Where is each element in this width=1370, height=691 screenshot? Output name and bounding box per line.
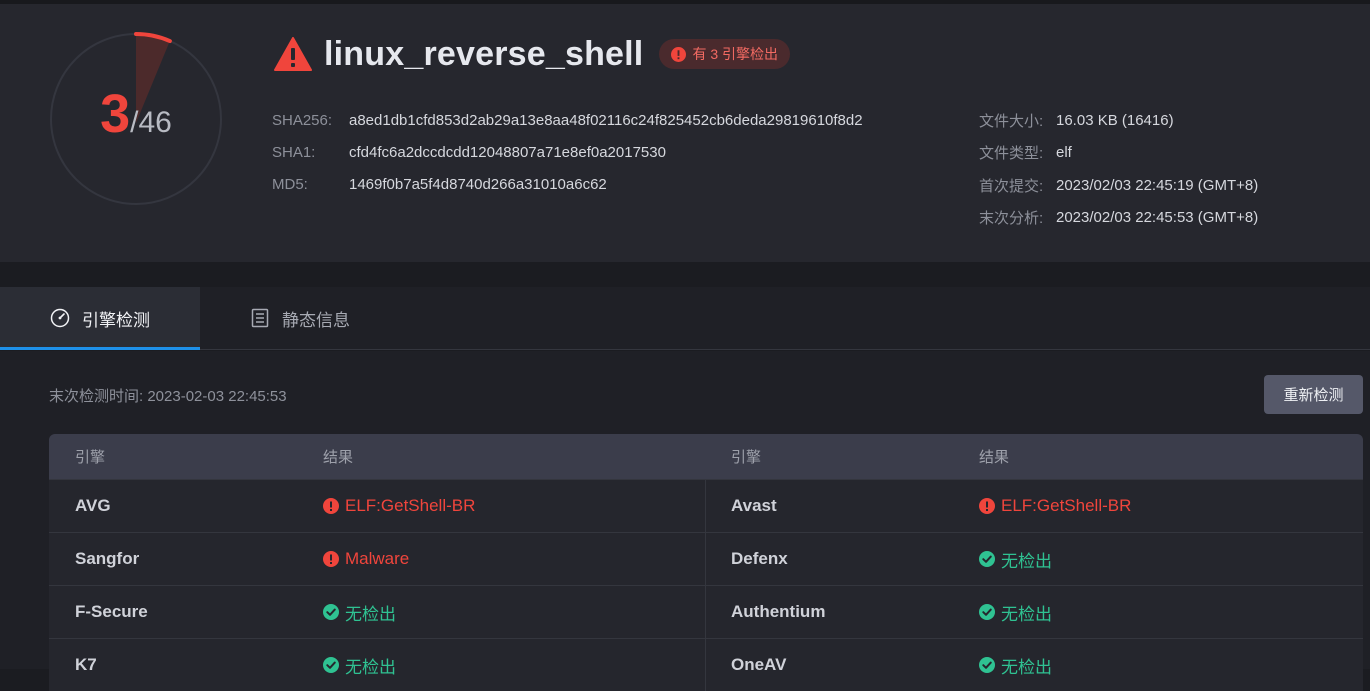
table-header: 引擎 结果 引擎 结果	[49, 434, 1363, 479]
sha1-row: SHA1: cfd4fc6a2dccdcdd12048807a71e8ef0a2…	[272, 136, 863, 168]
result-text: 无检出	[345, 657, 396, 677]
md5-row: MD5: 1469f0b7a5f4d8740d266a31010a6c62	[272, 168, 863, 200]
alert-circle-icon	[323, 498, 339, 514]
warning-triangle-icon	[274, 37, 312, 71]
sha1-value: cfd4fc6a2dccdcdd12048807a71e8ef0a2017530	[349, 143, 666, 161]
result-detected: ELF:GetShell-BR	[979, 480, 1131, 532]
engine-name: K7	[75, 655, 97, 674]
table-row: AVG ELF:GetShell-BR Avast ELF:GetShell-B…	[49, 479, 1363, 532]
first-submit-row: 首次提交: 2023/02/03 22:45:19 (GMT+8)	[979, 169, 1258, 202]
last-analysis-row: 末次分析: 2023/02/03 22:45:53 (GMT+8)	[979, 202, 1258, 235]
header-result: 结果	[323, 449, 354, 466]
file-size-value: 16.03 KB (16416)	[1056, 111, 1174, 129]
report-tabs: 引擎检测 静态信息	[0, 287, 1370, 350]
alert-circle-icon	[323, 551, 339, 567]
result-clean: 无检出	[979, 533, 1052, 585]
detected-count: 3	[100, 84, 131, 144]
gauge-icon	[50, 308, 70, 328]
document-icon	[251, 308, 269, 328]
check-circle-icon	[979, 657, 995, 673]
check-circle-icon	[323, 657, 339, 673]
engine-name: F-Secure	[75, 602, 148, 621]
sha1-label: SHA1:	[272, 143, 316, 161]
result-clean: 无检出	[979, 639, 1052, 691]
result-detected: Malware	[323, 533, 409, 585]
last-analysis-label: 末次分析:	[979, 210, 1044, 228]
result-text: Malware	[345, 549, 410, 568]
file-summary-panel: 3/46 linux_reverse_shell 有 3 引擎检出 SHA256…	[0, 4, 1370, 262]
engine-name: Authentium	[731, 602, 826, 621]
engine-name: Sangfor	[75, 549, 140, 568]
table-row: K7 无检出 OneAV 无检出	[49, 638, 1363, 691]
file-size-row: 文件大小: 16.03 KB (16416)	[979, 104, 1258, 137]
file-type-label: 文件类型:	[979, 145, 1044, 163]
tab-engine-detection-label: 引擎检测	[82, 310, 150, 330]
check-circle-icon	[979, 604, 995, 620]
alert-circle-icon	[671, 46, 687, 62]
result-text: ELF:GetShell-BR	[1001, 496, 1132, 515]
result-clean: 无检出	[323, 586, 396, 638]
result-text: 无检出	[345, 604, 396, 624]
file-type-row: 文件类型: elf	[979, 137, 1258, 170]
check-circle-icon	[979, 551, 995, 567]
rescan-button[interactable]: 重新检测	[1264, 375, 1363, 414]
file-size-label: 文件大小:	[979, 112, 1044, 130]
engine-name: Defenx	[731, 549, 788, 568]
header-result-2: 结果	[979, 449, 1010, 466]
first-submit-label: 首次提交:	[979, 177, 1044, 195]
header-engine-2: 引擎	[731, 449, 762, 466]
result-detected: ELF:GetShell-BR	[323, 480, 475, 532]
md5-label: MD5:	[272, 175, 308, 193]
engine-name: Avast	[731, 496, 777, 515]
total-engines: /46	[130, 106, 172, 139]
engine-detection-panel: 末次检测时间: 2023-02-03 22:45:53 重新检测 引擎 结果 引…	[0, 351, 1370, 691]
last-analysis-value: 2023/02/03 22:45:53 (GMT+8)	[1056, 209, 1259, 227]
tab-engine-detection[interactable]: 引擎检测	[0, 287, 200, 350]
result-text: ELF:GetShell-BR	[345, 496, 476, 515]
file-name-title: linux_reverse_shell	[324, 34, 644, 73]
result-text: 无检出	[1001, 604, 1052, 624]
sha256-row: SHA256: a8ed1db1cfd853d2ab29a13e8aa48f02…	[272, 104, 863, 136]
table-row: F-Secure 无检出 Authentium 无检出	[49, 585, 1363, 638]
detection-badge-label: 有 3 引擎检出	[692, 46, 779, 62]
table-row: Sangfor Malware Defenx 无检出	[49, 532, 1363, 585]
sha256-value: a8ed1db1cfd853d2ab29a13e8aa48f02116c24f8…	[349, 111, 863, 129]
first-submit-value: 2023/02/03 22:45:19 (GMT+8)	[1056, 176, 1259, 194]
title-row: linux_reverse_shell 有 3 引擎检出	[274, 32, 791, 76]
last-check-time: 末次检测时间: 2023-02-03 22:45:53	[49, 388, 287, 405]
gauge-score: 3/46	[48, 83, 224, 145]
detection-gauge: 3/46	[48, 31, 224, 207]
tab-static-info-label: 静态信息	[282, 310, 350, 330]
sha256-label: SHA256:	[272, 111, 333, 129]
alert-circle-icon	[979, 498, 995, 514]
result-text: 无检出	[1001, 551, 1052, 571]
engine-name: OneAV	[731, 655, 787, 674]
file-type-value: elf	[1056, 144, 1072, 162]
result-text: 无检出	[1001, 657, 1052, 677]
file-meta-list: 文件大小: 16.03 KB (16416) 文件类型: elf 首次提交: 2…	[979, 104, 1258, 234]
tab-static-info[interactable]: 静态信息	[200, 287, 400, 349]
hash-list: SHA256: a8ed1db1cfd853d2ab29a13e8aa48f02…	[272, 104, 863, 200]
result-clean: 无检出	[979, 586, 1052, 638]
engine-name: AVG	[75, 496, 111, 515]
detection-badge: 有 3 引擎检出	[659, 39, 791, 69]
check-circle-icon	[323, 604, 339, 620]
result-clean: 无检出	[323, 639, 396, 691]
md5-value: 1469f0b7a5f4d8740d266a31010a6c62	[349, 175, 607, 193]
header-engine: 引擎	[75, 449, 106, 466]
engine-results-table: 引擎 结果 引擎 结果 AVG ELF:GetShell-BR Avast EL…	[49, 434, 1363, 691]
